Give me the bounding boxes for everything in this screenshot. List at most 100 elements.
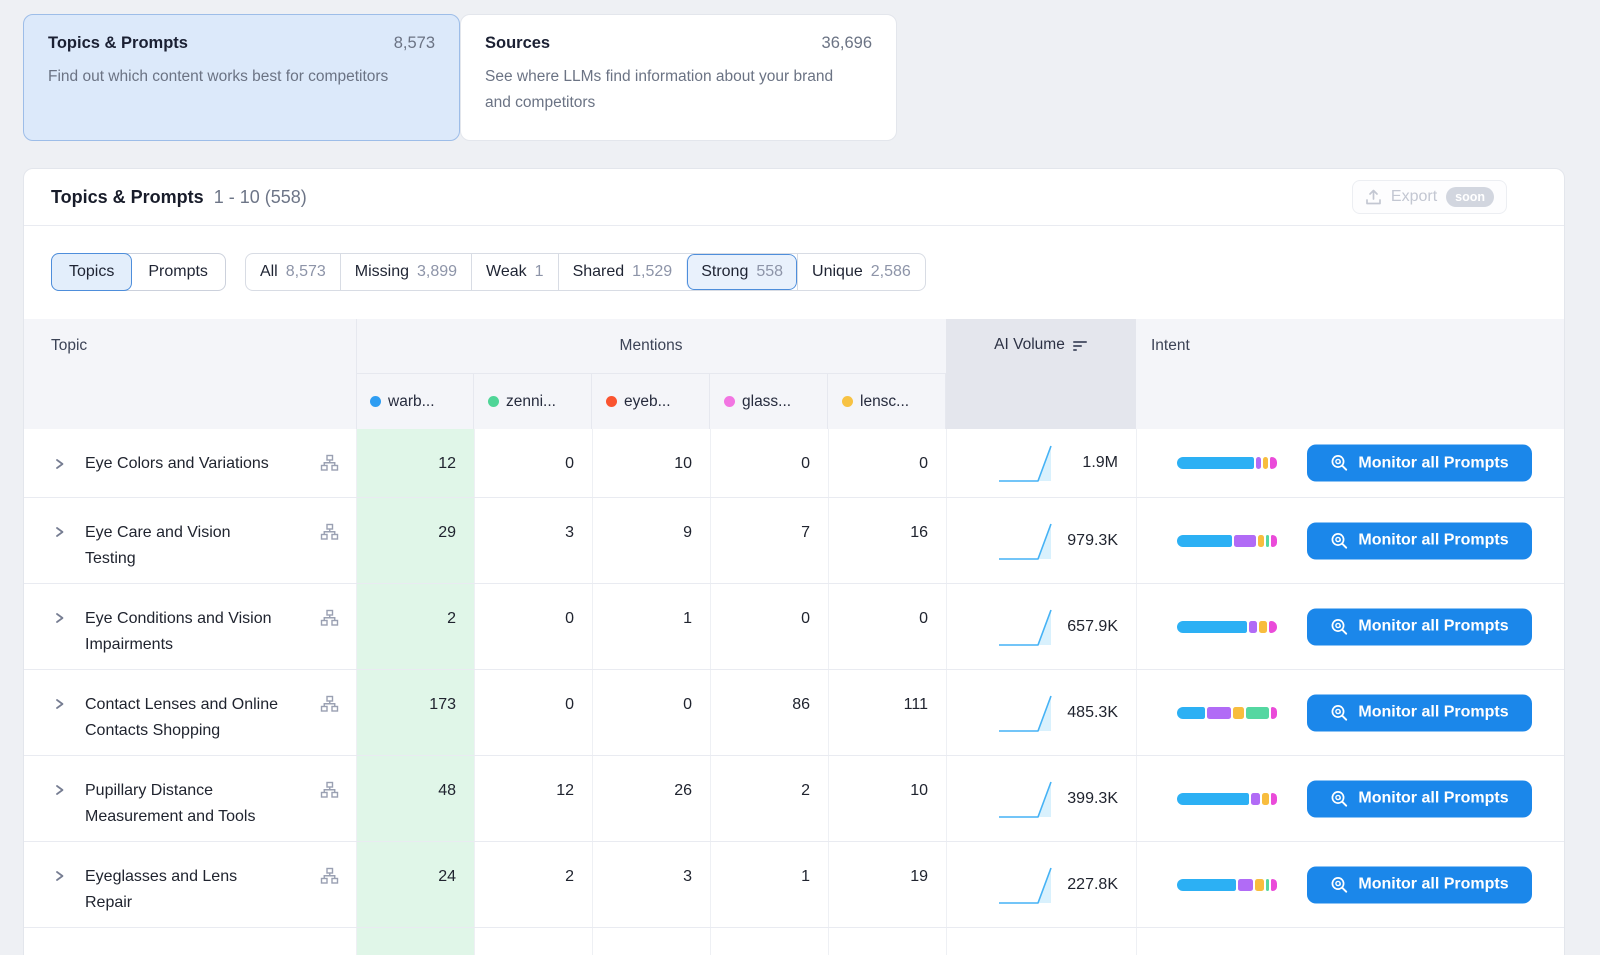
topic-tree-icon[interactable] [320, 867, 339, 890]
expand-chevron-icon[interactable] [53, 525, 66, 544]
mention-count: 16 [828, 520, 946, 546]
ai-volume-value: 979.3K [946, 532, 1118, 550]
filter-count: 2,586 [871, 263, 911, 281]
export-button[interactable]: Export soon [1352, 180, 1507, 214]
intent-segment-blue [1177, 621, 1247, 633]
topic-name[interactable]: Eye Conditions and Vision Impairments [85, 606, 285, 658]
monitor-button-label: Monitor all Prompts [1358, 704, 1508, 722]
topic-tree-icon[interactable] [320, 454, 339, 477]
competitor-header-warb[interactable]: warb... [356, 373, 474, 429]
monitor-all-prompts-button[interactable]: Monitor all Prompts [1307, 694, 1532, 731]
mention-count: 19 [828, 864, 946, 890]
competitor-label: zenni... [506, 393, 556, 411]
panel-header: Topics & Prompts 1 - 10 (558) Export soo… [24, 169, 1564, 226]
competitor-dot [370, 396, 381, 407]
table-header: Topic Mentions warb...zenni...eyeb...gla… [24, 319, 1565, 429]
filter-shared[interactable]: Shared1,529 [558, 254, 687, 290]
intent-segment-magenta [1271, 535, 1277, 547]
card-sources[interactable]: Sources 36,696 See where LLMs find infor… [460, 14, 897, 141]
topic-name[interactable]: Pupillary Distance Measurement and Tools [85, 778, 285, 830]
expand-chevron-icon[interactable] [53, 697, 66, 716]
competitor-header-eyeb[interactable]: eyeb... [592, 373, 710, 429]
ai-volume-label: AI Volume [994, 336, 1065, 354]
topic-tree-icon[interactable] [320, 523, 339, 546]
card-title: Topics & Prompts [48, 34, 188, 53]
column-divider [1136, 756, 1137, 841]
monitor-all-prompts-button[interactable]: Monitor all Prompts [1307, 522, 1532, 559]
intent-segment-magenta [1269, 621, 1277, 633]
ai-volume-value: 657.9K [946, 618, 1118, 636]
intent-bar [1177, 879, 1277, 891]
monitor-button-label: Monitor all Prompts [1358, 454, 1508, 472]
topic-tree-icon[interactable] [320, 609, 339, 632]
filter-label: Shared [573, 263, 625, 281]
intent-segment-yellow [1255, 879, 1264, 891]
table-row: Eyeglasses and Lens Repair2423119227.8KM… [24, 842, 1565, 928]
topic-tree-icon[interactable] [320, 695, 339, 718]
column-header-ai-volume[interactable]: AI Volume [946, 319, 1136, 429]
card-description: Find out which content works best for co… [48, 64, 413, 90]
topic-name[interactable]: Contact Lenses and Online Contacts Shopp… [85, 692, 285, 744]
filter-weak[interactable]: Weak1 [471, 254, 558, 290]
competitor-header-glass[interactable]: glass... [710, 373, 828, 429]
intent-bar [1177, 793, 1277, 805]
intent-segment-yellow [1263, 457, 1269, 469]
topic-name[interactable]: Eye Colors and Variations [85, 451, 315, 477]
intent-bar [1177, 707, 1277, 719]
monitor-all-prompts-button[interactable]: Monitor all Prompts [1307, 608, 1532, 645]
competitor-header-lensc[interactable]: lensc... [828, 373, 946, 429]
view-toggle: TopicsPrompts [51, 253, 226, 291]
intent-segment-purple [1256, 457, 1261, 469]
table-row: Eye Conditions and Vision Impairments201… [24, 584, 1565, 670]
intent-segment-blue [1177, 879, 1236, 891]
monitor-all-prompts-button[interactable]: Monitor all Prompts [1307, 866, 1532, 903]
expand-chevron-icon[interactable] [53, 869, 66, 888]
intent-segment-purple [1251, 793, 1259, 805]
column-divider [1136, 584, 1137, 669]
mention-count: 0 [592, 692, 710, 718]
column-divider [1136, 842, 1137, 927]
topic-name[interactable]: Eye Care and Vision Testing [85, 520, 285, 572]
table-row: Eye Colors and Variations12010001.9MMoni… [24, 429, 1565, 498]
intent-segment-purple [1234, 535, 1256, 547]
mention-count: 2 [710, 778, 828, 804]
monitor-all-prompts-button[interactable]: Monitor all Prompts [1307, 780, 1532, 817]
card-topics-prompts[interactable]: Topics & Prompts 8,573 Find out which co… [23, 14, 460, 141]
table-row: Pupillary Distance Measurement and Tools… [24, 756, 1565, 842]
strength-filters: All8,573Missing3,899Weak1Shared1,529Stro… [245, 253, 926, 291]
export-label: Export [1391, 188, 1437, 206]
filter-all[interactable]: All8,573 [246, 254, 340, 290]
filter-strong[interactable]: Strong558 [686, 254, 797, 290]
view-toggle-prompts[interactable]: Prompts [130, 253, 226, 291]
mention-count: 12 [356, 451, 474, 477]
topic-tree-icon[interactable] [320, 781, 339, 804]
intent-bar [1177, 621, 1277, 633]
mention-count: 1 [710, 864, 828, 890]
mention-count: 10 [592, 451, 710, 477]
topic-name[interactable]: Eyeglasses and Lens Repair [85, 864, 285, 916]
competitor-header-zenni[interactable]: zenni... [474, 373, 592, 429]
mention-count: 0 [474, 451, 592, 477]
view-toggle-topics[interactable]: Topics [51, 253, 132, 291]
mention-count: 0 [828, 451, 946, 477]
filter-label: All [260, 263, 278, 281]
soon-badge: soon [1446, 187, 1494, 207]
mention-count: 29 [356, 520, 474, 546]
topics-table: Topic Mentions warb...zenni...eyeb...gla… [24, 319, 1565, 955]
expand-chevron-icon[interactable] [53, 611, 66, 630]
column-divider [1136, 928, 1137, 955]
mention-count: 3 [474, 520, 592, 546]
expand-chevron-icon[interactable] [53, 457, 66, 476]
column-header-topic: Topic [51, 319, 87, 373]
ai-volume-value: 399.3K [946, 790, 1118, 808]
mention-count: 0 [474, 692, 592, 718]
filter-unique[interactable]: Unique2,586 [797, 254, 925, 290]
card-value: 36,696 [822, 34, 872, 53]
monitor-all-prompts-button[interactable]: Monitor all Prompts [1307, 445, 1532, 482]
intent-bar [1177, 535, 1277, 547]
mention-count: 10 [828, 778, 946, 804]
intent-segment-yellow [1259, 621, 1267, 633]
mention-count: 9 [592, 520, 710, 546]
expand-chevron-icon[interactable] [53, 783, 66, 802]
filter-missing[interactable]: Missing3,899 [340, 254, 471, 290]
